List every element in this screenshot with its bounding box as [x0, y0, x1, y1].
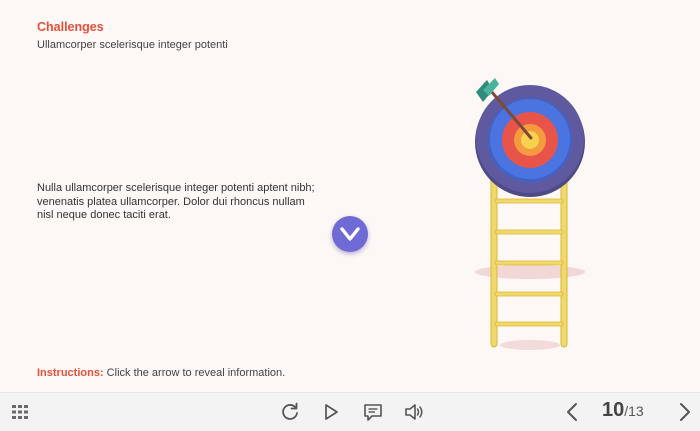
slide-body-text: Nulla ullamcorper scelerisque integer po… — [37, 182, 315, 221]
player-toolbar: 10 /13 — [0, 392, 700, 431]
slide-area: Challenges Ullamcorper scelerisque integ… — [0, 0, 700, 392]
slide-subtitle: Ullamcorper scelerisque integer potenti — [37, 39, 228, 51]
play-icon — [325, 404, 338, 420]
instructions-body: Click the arrow to reveal information. — [103, 367, 286, 379]
instructions-text: Instructions: Click the arrow to reveal … — [37, 367, 285, 379]
chevron-right-icon — [680, 403, 690, 421]
reveal-arrow-button[interactable] — [332, 216, 368, 252]
volume-button[interactable] — [403, 401, 425, 423]
captions-icon — [364, 404, 382, 421]
play-button[interactable] — [320, 401, 342, 423]
previous-slide-button[interactable] — [561, 401, 583, 423]
chevron-down-icon — [340, 227, 360, 241]
replay-icon — [282, 402, 298, 420]
grid-menu-icon — [12, 405, 28, 419]
target-ladder-illustration — [475, 78, 585, 350]
chevron-left-icon — [567, 403, 577, 421]
next-slide-button[interactable] — [674, 401, 696, 423]
page-total: /13 — [624, 403, 644, 419]
volume-icon — [405, 404, 423, 420]
instructions-label: Instructions: — [37, 367, 104, 379]
menu-button[interactable] — [9, 401, 31, 423]
page-counter: 10 /13 — [602, 399, 644, 423]
replay-button[interactable] — [279, 401, 301, 423]
page-current: 10 — [602, 399, 625, 421]
captions-button[interactable] — [362, 401, 384, 423]
slide-title: Challenges — [37, 20, 104, 34]
